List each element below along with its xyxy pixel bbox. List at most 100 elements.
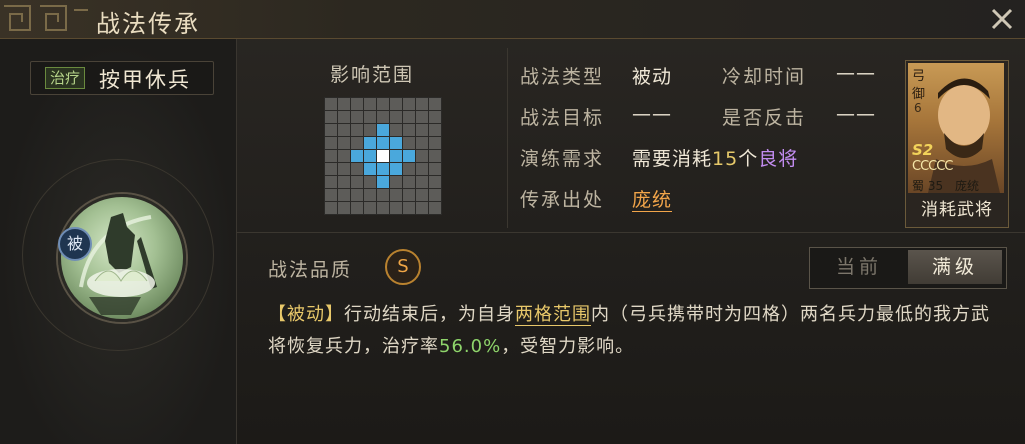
card-bottom-row: 蜀 35 庞统 (912, 177, 979, 193)
range-cell-affected (390, 163, 402, 175)
source-link[interactable]: 庞统 (632, 189, 673, 212)
season-badge: S2 (912, 141, 934, 159)
range-cell (429, 150, 441, 162)
divider-vertical (507, 48, 508, 228)
skill-inherit-panel: 战法传承 治疗 按甲休兵 被 影响范围 战法类型 被动 冷却时间 —— 战法目标… (0, 0, 1025, 444)
range-cell (325, 111, 337, 123)
range-cell (429, 124, 441, 136)
range-cell (416, 176, 428, 188)
range-cell (338, 150, 350, 162)
range-cell (429, 111, 441, 123)
card-caption: 消耗武将 (921, 200, 993, 220)
range-cell (338, 98, 350, 110)
range-cell (429, 202, 441, 214)
range-cell (416, 111, 428, 123)
title-ornament-icon (4, 5, 88, 31)
source-label: 传承出处 (520, 189, 605, 211)
range-cell (390, 202, 402, 214)
window-title: 战法传承 (96, 10, 200, 38)
range-cell (416, 163, 428, 175)
divider-horizontal (236, 232, 1025, 233)
cooldown-label: 冷却时间 (722, 66, 807, 88)
training-prefix: 需要消耗 (632, 148, 713, 170)
cooldown-value: —— (836, 62, 876, 84)
range-cell (403, 111, 415, 123)
range-cell (403, 202, 415, 214)
range-cell (351, 189, 363, 201)
faction: 蜀 (912, 179, 925, 193)
range-cell-affected (351, 150, 363, 162)
range-cell (364, 124, 376, 136)
target-value: —— (632, 103, 672, 125)
range-cell-affected (377, 163, 389, 175)
range-cell (325, 150, 337, 162)
range-cell (338, 202, 350, 214)
range-cell (390, 98, 402, 110)
range-cell (416, 98, 428, 110)
desc-range-link[interactable]: 两格范围 (515, 304, 591, 326)
range-cell (377, 202, 389, 214)
range-cell (429, 176, 441, 188)
range-cell (338, 124, 350, 136)
range-cell (364, 189, 376, 201)
star-rating: CCCCC (912, 159, 953, 174)
range-cell-affected (364, 163, 376, 175)
training-num: 15 (712, 148, 739, 170)
skill-left-column: 治疗 按甲休兵 被 (0, 39, 237, 444)
counter-value: —— (836, 103, 876, 125)
defense-label: 御 (912, 87, 926, 102)
range-cell (403, 98, 415, 110)
range-cell (390, 176, 402, 188)
consume-general-card[interactable]: 弓 御 6 S2 CCCCC 蜀 35 庞统 消耗武将 (905, 60, 1009, 228)
range-cell (351, 163, 363, 175)
range-cell (325, 163, 337, 175)
range-cell-affected (364, 150, 376, 162)
title-bar: 战法传承 (0, 0, 1025, 39)
range-cell (390, 124, 402, 136)
range-cell (364, 111, 376, 123)
range-cell (325, 137, 337, 149)
range-cell-center (377, 150, 389, 162)
source-value[interactable]: 庞统 (632, 185, 673, 212)
range-label: 影响范围 (330, 64, 415, 86)
range-cell-affected (377, 137, 389, 149)
desc-rate: 56.0% (439, 336, 502, 357)
range-cell (403, 137, 415, 149)
range-cell-affected (377, 124, 389, 136)
training-quality: 良将 (758, 148, 799, 170)
range-cell (351, 111, 363, 123)
passive-badge: 被 (58, 227, 92, 261)
toggle-max-button[interactable]: 满级 (908, 250, 1002, 284)
range-cell-affected (377, 176, 389, 188)
range-cell (364, 98, 376, 110)
range-cell (429, 137, 441, 149)
defense-number: 6 (914, 101, 922, 115)
range-cell (416, 137, 428, 149)
range-cell (377, 189, 389, 201)
range-cell (416, 189, 428, 201)
training-mid: 个 (738, 148, 759, 170)
range-cell (351, 98, 363, 110)
close-icon (991, 8, 1013, 30)
range-cell (416, 124, 428, 136)
training-value: 需要消耗15个良将 (632, 144, 798, 171)
range-cell (338, 111, 350, 123)
range-cell (403, 189, 415, 201)
range-cell (403, 124, 415, 136)
range-cell (325, 189, 337, 201)
cost: 35 (927, 179, 944, 193)
range-cell (377, 98, 389, 110)
skill-description: 【被动】行动结束后，为自身两格范围内（弓兵携带时为四格）两名兵力最低的我方武将恢… (268, 299, 1008, 363)
skill-name: 按甲休兵 (99, 68, 191, 92)
range-cell (429, 163, 441, 175)
range-cell (338, 163, 350, 175)
type-value: 被动 (632, 66, 673, 88)
toggle-current-button[interactable]: 当前 (812, 250, 906, 284)
range-cell (351, 124, 363, 136)
range-cell-affected (403, 150, 415, 162)
range-cell (325, 176, 337, 188)
counter-label: 是否反击 (722, 107, 807, 129)
range-cell (429, 98, 441, 110)
range-cell (338, 189, 350, 201)
close-button[interactable] (985, 2, 1019, 36)
